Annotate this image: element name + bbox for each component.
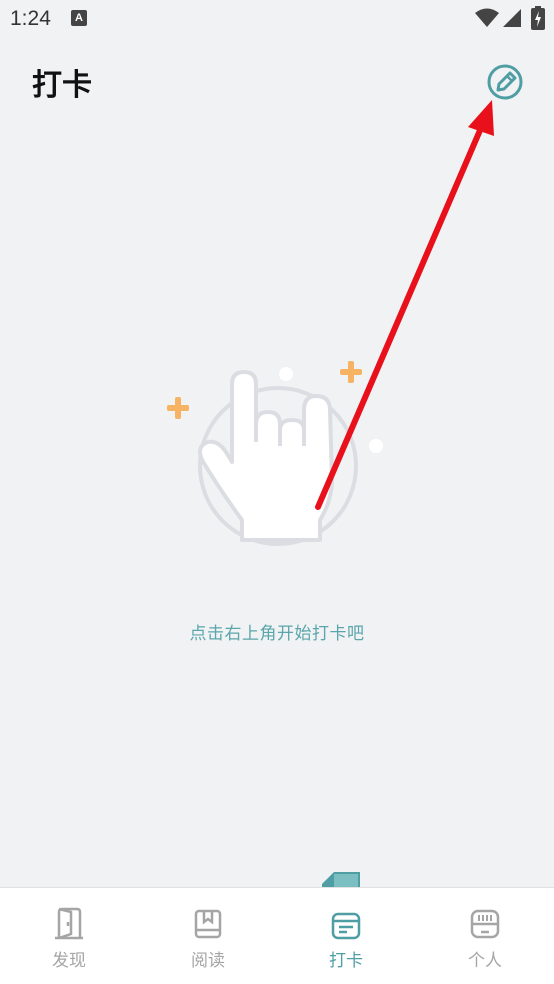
bottom-tab-bar: 发现 阅读 打卡 个人 [0,887,554,984]
pointing-hand-illustration [160,350,400,550]
tab-label-discover: 发现 [52,951,86,971]
door-icon [55,907,83,940]
status-bar: 1:24 A [0,0,554,38]
tab-profile[interactable]: 个人 [416,906,554,976]
tab-checkin[interactable]: 打卡 [277,906,415,976]
notification-app-letter: A [75,12,83,24]
profile-card-icon [470,909,500,939]
page-title: 打卡 [32,68,92,103]
plus-mark-right [340,361,362,383]
tab-label-checkin: 打卡 [329,951,363,971]
edit-pencil-icon [487,64,523,100]
book-icon [194,909,222,939]
status-time: 1:24 [10,7,51,30]
tab-label-profile: 个人 [468,951,502,971]
notification-app-icon: A [71,10,87,26]
plus-mark-left [167,397,189,419]
tab-read[interactable]: 阅读 [139,906,277,976]
tab-discover[interactable]: 发现 [0,906,138,976]
battery-icon [531,6,545,30]
signal-icon [503,9,521,27]
checkin-calendar-icon [331,912,361,940]
wifi-icon [475,8,499,27]
empty-state-hint: 点击右上角开始打卡吧 [189,624,365,644]
tab-label-read: 阅读 [191,951,225,971]
new-checkin-button[interactable] [485,62,525,102]
